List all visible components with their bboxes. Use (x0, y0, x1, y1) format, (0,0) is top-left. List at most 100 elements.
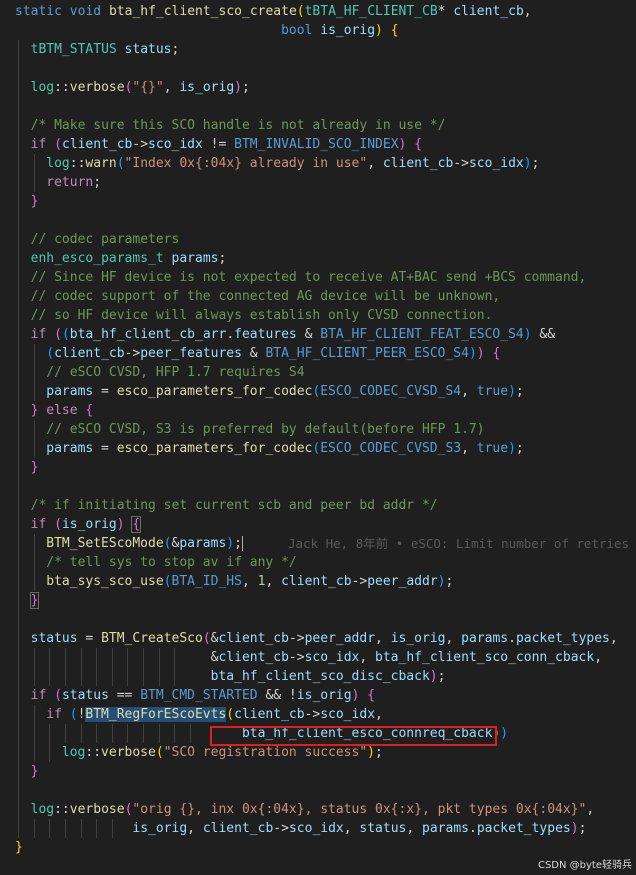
code-line[interactable] (0, 97, 636, 116)
code-line[interactable]: if ((bta_hf_client_cb_arr.features & BTA… (0, 325, 636, 344)
code-token: BTM_INVALID_SCO_INDEX (234, 137, 399, 152)
code-line[interactable]: enh_esco_params_t params; (0, 249, 636, 268)
code-token: /* tell sys to stop av if any */ (46, 555, 297, 570)
code-token: & (30, 650, 219, 665)
code-text: } else { (31, 403, 94, 418)
code-line[interactable]: BTM_SetEScoMode(&params); Jack He, 8年前 • … (0, 534, 636, 553)
indent-guide (18, 59, 19, 78)
code-token: ESCO_CODEC_CVSD_S4 (320, 384, 462, 399)
indent-guide (18, 401, 19, 420)
code-token: ) (570, 821, 579, 836)
code-token: sco_idx (148, 137, 203, 152)
code-line[interactable]: if (status == BTM_CMD_STARTED && !is_ori… (0, 686, 636, 705)
code-token: ) (116, 517, 125, 532)
code-line[interactable]: return; (0, 173, 636, 192)
code-line[interactable]: } (0, 838, 636, 857)
code-line[interactable]: log::verbose("{}", is_orig); (0, 78, 636, 97)
code-token: esco_parameters_for_codec (116, 384, 313, 399)
code-line[interactable]: is_orig, client_cb->sco_idx, status, par… (0, 819, 636, 838)
code-token: -> (273, 821, 289, 836)
indent-guide (33, 382, 35, 401)
code-token: warn (85, 156, 117, 171)
code-line[interactable]: params = esco_parameters_for_codec(ESCO_… (0, 382, 636, 401)
code-text: /* if initiating set current scb and pee… (31, 498, 438, 513)
code-line[interactable]: bta_hf_client_sco_disc_cback); (0, 667, 636, 686)
code-token: is_orig (320, 23, 376, 38)
code-line[interactable]: /* if initiating set current scb and pee… (0, 496, 636, 515)
code-line[interactable]: if (!BTM_RegForEScoEvts(client_cb->sco_i… (0, 705, 636, 724)
code-line[interactable] (0, 211, 636, 230)
code-line[interactable]: static void bta_hf_client_sco_create(tBT… (0, 2, 636, 21)
code-token: ) (375, 23, 383, 38)
indent-guide (18, 781, 19, 800)
code-line[interactable]: // eSCO CVSD, S3 is preferred by default… (0, 420, 636, 439)
code-line[interactable]: params = esco_parameters_for_codec(ESCO_… (0, 439, 636, 458)
code-text: } (31, 460, 39, 475)
code-line[interactable]: tBTM_STATUS status; (0, 40, 636, 59)
code-token: == (108, 688, 141, 703)
code-token: sco_idx (304, 650, 360, 665)
code-line[interactable] (0, 781, 636, 800)
indent-guide (33, 724, 35, 743)
code-line[interactable]: } else { (0, 401, 636, 420)
code-token: BTM_SetEScoMode (46, 536, 164, 551)
code-token: client_cb (202, 821, 274, 836)
code-token: status (30, 631, 78, 646)
code-line[interactable]: log::verbose("orig {}, inx 0x{:04x}, sta… (0, 800, 636, 819)
code-token: . (468, 821, 477, 836)
code-line[interactable]: /* tell sys to stop av if any */ (0, 553, 636, 572)
code-token: ; (218, 251, 227, 266)
code-token: ( (116, 156, 125, 171)
code-token: "orig {}, inx 0x{:04x}, status 0x{:x}, p… (132, 802, 587, 817)
code-line[interactable]: (client_cb->peer_features & BTA_HF_CLIEN… (0, 344, 636, 363)
code-line[interactable] (0, 477, 636, 496)
code-line[interactable]: } (0, 192, 636, 211)
code-token: params (171, 251, 219, 266)
code-token: , (375, 631, 391, 646)
code-token: ( (54, 327, 62, 342)
code-line[interactable]: if (client_cb->sco_idx != BTM_INVALID_SC… (0, 135, 636, 154)
indent-guide (18, 610, 19, 629)
code-line[interactable]: } (0, 762, 636, 781)
code-line[interactable]: bta_sys_sco_use(BTA_ID_HS, 1, client_cb-… (0, 572, 636, 591)
code-line[interactable]: } (0, 591, 636, 610)
code-line[interactable]: log::warn("Index 0x{:04x} already in use… (0, 154, 636, 173)
code-token: , (461, 384, 477, 399)
code-token: -> (132, 137, 149, 152)
indent-guide (18, 629, 19, 648)
code-line[interactable]: // Since HF device is not expected to re… (0, 268, 636, 287)
code-text: is_orig, client_cb->sco_idx, status, par… (31, 821, 586, 836)
code-text: } (29, 592, 40, 609)
indent-guide (33, 173, 35, 192)
indent-guide (18, 553, 19, 572)
code-line[interactable] (0, 610, 636, 629)
code-line[interactable]: if (is_orig) { (0, 515, 636, 534)
code-token: ; (515, 441, 524, 456)
code-token: log (30, 80, 55, 95)
text-cursor (241, 536, 243, 551)
code-line[interactable]: bool is_orig) { (0, 21, 636, 40)
code-line[interactable]: &client_cb->sco_idx, bta_hf_client_sco_c… (0, 648, 636, 667)
code-token: "Index 0x{:04x} already in use" (124, 156, 368, 171)
code-text: // eSCO CVSD, S3 is preferred by default… (46, 422, 484, 437)
code-line[interactable]: /* Make sure this SCO handle is not alre… (0, 116, 636, 135)
code-token: enh_esco_params_t (30, 251, 164, 266)
indent-guide (33, 420, 35, 439)
code-token: ( (226, 707, 235, 722)
indent-guide (18, 78, 19, 97)
code-token: } (30, 194, 39, 209)
code-line[interactable]: // codec support of the connected AG dev… (0, 287, 636, 306)
code-line[interactable]: // codec parameters (0, 230, 636, 249)
code-line[interactable]: // eSCO CVSD, HFP 1.7 requires S4 (0, 363, 636, 382)
code-line[interactable]: // so HF device will always establish on… (0, 306, 636, 325)
indent-guide (18, 572, 19, 591)
code-token: bool (281, 23, 313, 38)
code-token: features (234, 327, 297, 342)
code-line[interactable] (0, 59, 636, 78)
code-line[interactable]: } (0, 458, 636, 477)
code-line[interactable]: status = BTM_CreateSco(&client_cb->peer_… (0, 629, 636, 648)
